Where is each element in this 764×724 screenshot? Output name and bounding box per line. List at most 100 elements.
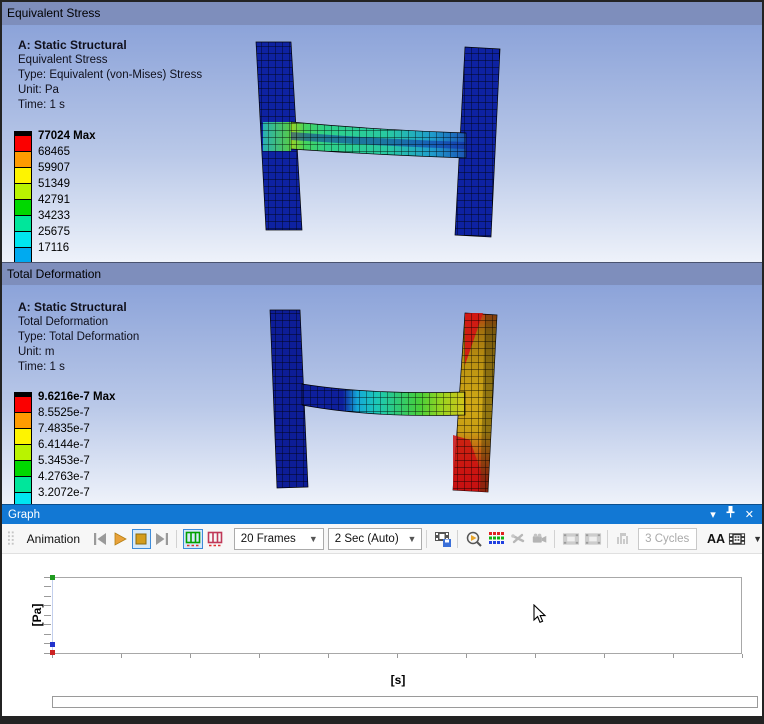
result-tracker-button-disabled[interactable] [614,529,634,549]
toolbar-grip-handle[interactable] [8,530,14,548]
x-tick [535,654,536,658]
animate-result-sets-button[interactable] [182,528,203,549]
stress-legend-box [14,231,32,248]
graph-panel-title: Graph [8,508,40,521]
deformation-legend-box [14,460,32,477]
stress-legend-value: 25675 [38,226,70,238]
ansys-mechanical-results-window: Equivalent Stress A: Static Structural E… [0,0,764,724]
deformation-legend-box [14,476,32,493]
stress-legend-value: 68465 [38,146,70,158]
stress-legend-value: 51349 [38,178,70,190]
probe-tool-button-disabled[interactable] [508,529,528,549]
animation-graph-chart[interactable]: [Pa] [s] [2,554,762,716]
cycles-input-disabled[interactable]: 3 Cycles [638,527,697,550]
deformation-legend-box [14,492,32,504]
deformation-legend-value: 4.2763e-7 [38,471,90,483]
stress-result-time: Time: 1 s [18,99,65,111]
max-value-marker [50,575,55,580]
plot-top-border [52,577,742,578]
zoom-preview-button[interactable] [464,529,484,549]
deformation-result-name: Total Deformation [18,316,109,328]
filmstrip-option-two-button-disabled[interactable] [583,529,603,549]
toolbar-overflow-icon[interactable]: ▼ [753,534,762,544]
toolbar-separator [554,529,556,548]
animation-skip-to-start-button[interactable] [90,529,109,549]
stress-legend-box [14,199,32,216]
stress-legend-value: 42791 [38,194,70,206]
panel-pin-icon[interactable] [726,505,735,525]
y-tick [44,586,51,587]
deformation-panel-title: Total Deformation [7,267,102,281]
stress-panel-title: Equivalent Stress [7,6,101,20]
duration-dropdown-arrow-icon: ▼ [407,533,417,544]
deformation-result-annotation: A: Static Structural Total Deformation T… [18,300,139,375]
deformation-result-unit: Unit: m [18,346,55,358]
deformation-result-type: Type: Total Deformation [18,331,140,343]
deformation-legend-value: 9.6216e-7 Max [38,391,116,403]
animation-play-button[interactable] [111,529,130,549]
toolbar-separator [607,529,609,548]
antialiasing-toggle-button[interactable]: AA [707,532,725,546]
x-tick [190,654,191,658]
stress-legend-value: 59907 [38,162,70,174]
deformation-legend-value: 3.2072e-7 [38,487,90,499]
panel-collapse-icon[interactable]: ▾ [710,505,716,525]
x-tick [328,654,329,658]
stress-legend-box [14,151,32,168]
filmstrip-option-one-button-disabled[interactable] [561,529,581,549]
stress-result-unit: Unit: Pa [18,84,59,96]
y-axis-label: [Pa] [30,603,44,627]
panel-close-icon[interactable]: ✕ [745,505,754,525]
deformation-result-time: Time: 1 s [18,361,65,373]
deformation-legend: 9.6216e-7 Max 8.5525e-7 7.4835e-7 6.4144… [14,391,116,504]
stress-result-annotation: A: Static Structural Equivalent Stress T… [18,38,202,113]
mouse-cursor [533,604,547,624]
frames-dropdown[interactable]: 20 Frames ▼ [233,527,324,550]
y-tick [44,596,51,597]
stress-legend: 77024 Max 68465 59907 51349 42791 34233 … [14,130,96,262]
deformation-analysis-heading: A: Static Structural [18,300,127,314]
x-tick [673,654,674,658]
stress-viewport[interactable]: A: Static Structural Equivalent Stress T… [2,25,762,262]
stress-legend-box [14,135,32,152]
duration-dropdown[interactable]: 2 Sec (Auto) ▼ [327,527,423,550]
low-value-marker [50,642,55,647]
y-tick [44,605,51,606]
toolbar-separator [426,529,428,548]
deformation-legend-box [14,396,32,413]
stress-legend-value: 34233 [38,210,70,222]
stress-legend-box [14,183,32,200]
frames-dropdown-value: 20 Frames [240,532,296,545]
animation-export-filmstrip-button[interactable] [727,529,747,549]
animation-skip-to-end-button[interactable] [153,529,172,549]
deformation-viewport[interactable]: A: Static Structural Total Deformation T… [2,285,762,504]
y-tick [44,624,51,625]
animation-timeline-scrubber[interactable] [52,696,758,708]
x-tick [742,654,743,658]
stress-legend-value: 77024 Max [38,130,96,142]
x-tick [604,654,605,658]
x-axis-label: [s] [390,673,406,687]
export-video-button[interactable] [433,529,453,549]
video-camera-button-disabled[interactable] [530,529,550,549]
animate-time-decay-button[interactable] [205,529,225,549]
deformation-panel-titlebar[interactable]: Total Deformation [2,262,762,285]
deformation-legend-box [14,428,32,445]
stress-panel-titlebar[interactable]: Equivalent Stress [2,2,762,25]
deformation-legend-value: 7.4835e-7 [38,423,90,435]
graph-panel-titlebar[interactable]: Graph ▾ ✕ [2,504,762,524]
x-tick [121,654,122,658]
deformation-legend-value: 8.5525e-7 [38,407,90,419]
animation-stop-button[interactable] [131,528,151,549]
stress-analysis-heading: A: Static Structural [18,38,127,52]
stress-legend-value: 17116 [38,242,70,254]
stress-legend-box [14,247,32,262]
result-contours-button[interactable] [486,529,506,549]
stress-legend-box [14,215,32,232]
deformation-legend-value: 5.3453e-7 [38,455,90,467]
toolbar-separator [175,529,177,548]
animation-toolbar: Animation 20 Frames ▼ 2 Sec (Auto) ▼ 3 C… [2,524,762,554]
frames-dropdown-arrow-icon: ▼ [308,533,318,544]
y-tick [44,615,51,616]
min-value-marker [50,650,55,655]
